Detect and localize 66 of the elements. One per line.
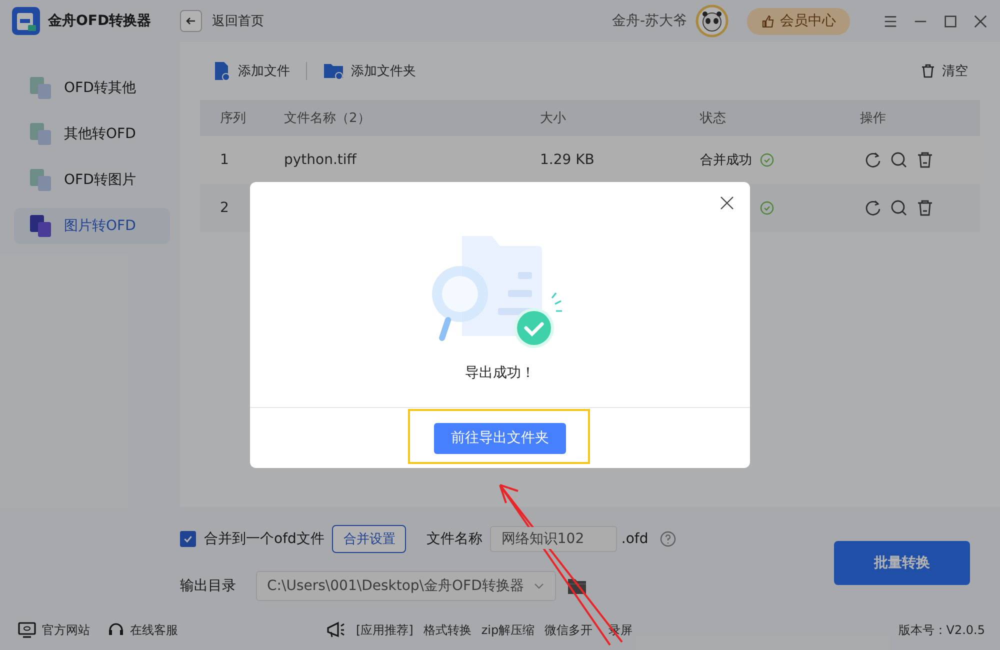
column-header: 文件名称（2） — [284, 110, 372, 127]
add-folder-button[interactable]: 添加文件夹 — [311, 61, 428, 81]
menu-icon[interactable] — [883, 14, 898, 28]
trash-icon — [920, 63, 936, 79]
success-message: 导出成功！ — [465, 364, 535, 382]
sidebar-item[interactable]: OFD转其他 — [14, 70, 170, 106]
thumbs-up-icon — [761, 14, 775, 28]
document-icon — [28, 75, 54, 101]
avatar-icon[interactable] — [695, 4, 729, 38]
monitor-icon — [18, 622, 36, 638]
file-name: python.tiff — [284, 152, 356, 168]
headset-icon — [108, 622, 124, 638]
document-icon — [28, 213, 54, 239]
extension-label: .ofd — [621, 531, 648, 547]
user-name: 金舟-苏大爷 — [612, 12, 687, 30]
version-text: 版本号：V2.0.5 — [898, 622, 985, 638]
footer-link[interactable]: [应用推荐] — [356, 622, 414, 638]
search-icon[interactable] — [890, 151, 908, 169]
footer-link[interactable]: zip解压缩 — [481, 622, 535, 638]
merge-label: 合并到一个ofd文件 — [204, 530, 324, 548]
merge-settings-button[interactable]: 合并设置 — [332, 525, 406, 553]
column-header: 大小 — [540, 110, 567, 127]
table-cell-text: 1 — [219, 152, 230, 168]
open-export-folder-button[interactable]: 前往导出文件夹 — [434, 422, 566, 454]
close-icon[interactable] — [720, 196, 734, 210]
app-logo-icon — [12, 7, 40, 35]
app-title: 金舟OFD转换器 — [48, 12, 152, 30]
sidebar-item[interactable]: 其他转OFD — [14, 116, 170, 152]
maximize-icon[interactable] — [943, 14, 958, 28]
refresh-icon[interactable] — [864, 199, 882, 217]
footer-link[interactable]: 微信多开 — [544, 622, 593, 638]
back-button[interactable] — [180, 10, 202, 32]
megaphone-icon — [326, 621, 346, 639]
sidebar-item[interactable]: 图片转OFD — [14, 208, 170, 244]
document-icon — [28, 121, 54, 147]
file-add-icon — [212, 61, 232, 81]
sidebar-item[interactable]: OFD转图片 — [14, 162, 170, 198]
back-home-link[interactable]: 返回首页 — [212, 12, 264, 30]
column-header: 状态 — [700, 110, 727, 127]
merge-checkbox[interactable] — [180, 531, 196, 547]
search-icon[interactable] — [890, 199, 908, 217]
batch-convert-button[interactable]: 批量转换 — [834, 541, 970, 585]
footer-link[interactable]: 格式转换 — [423, 622, 472, 638]
close-icon[interactable] — [973, 14, 988, 28]
delete-icon[interactable] — [916, 151, 934, 169]
back-arrow-icon — [185, 15, 197, 27]
add-file-button[interactable]: 添加文件 — [200, 61, 302, 81]
folder-add-icon — [323, 61, 345, 81]
table-cell-text: 2 — [219, 200, 230, 216]
checkmark-icon — [183, 534, 193, 544]
status-text: 合并成功 — [700, 153, 752, 168]
support-link[interactable]: 在线客服 — [108, 622, 178, 638]
column-header: 操作 — [860, 110, 887, 127]
clear-button[interactable]: 清空 — [908, 62, 980, 80]
output-dir-label: 输出目录 — [180, 577, 236, 595]
column-header: 序列 — [219, 110, 247, 127]
file-name-label: 文件名称 — [426, 530, 482, 548]
delete-icon[interactable] — [916, 199, 934, 217]
output-dir-select[interactable]: C:\Users\001\Desktop\金舟OFD转换器 — [256, 571, 556, 601]
website-link[interactable]: 官方网站 — [18, 622, 90, 638]
document-icon — [28, 167, 54, 193]
member-center-button[interactable]: 会员中心 — [747, 8, 850, 34]
refresh-icon[interactable] — [864, 151, 882, 169]
help-icon[interactable] — [660, 531, 676, 547]
file-size: 1.29 KB — [540, 152, 594, 168]
file-name-field[interactable]: 网络知识102 — [490, 526, 618, 552]
